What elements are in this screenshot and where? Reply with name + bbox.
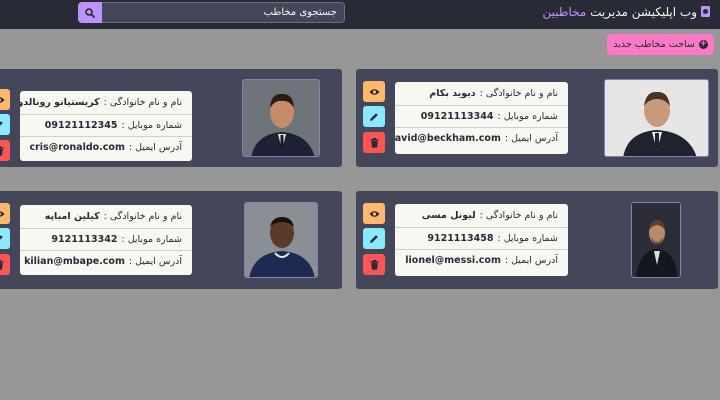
- contact-email-row: آدرس ایمیل : cris@ronaldo.com: [20, 136, 192, 159]
- edit-contact-button[interactable]: [0, 228, 10, 249]
- trash-icon: [370, 259, 378, 270]
- contact-name: لیونل مسی: [421, 209, 476, 221]
- pen-icon: [0, 120, 3, 126]
- app-title-accent: مخاطبین: [542, 5, 587, 19]
- app-title: وب اپلیکیشن مدیریت مخاطبین: [543, 5, 710, 19]
- email-label: آدرس ایمیل :: [128, 256, 182, 268]
- contact-card: نام و نام خانوادگی : دیوید بکام شماره موب…: [356, 69, 718, 167]
- contact-info: نام و نام خانوادگی : لیونل مسی شماره موبا…: [395, 204, 568, 276]
- contact-phone-row: شماره موبایل :09121112345: [20, 113, 192, 137]
- contact-photo: [244, 202, 318, 278]
- trash-icon: [0, 259, 3, 270]
- trash-icon: [370, 137, 378, 148]
- contact-name-row: نام و نام خانوادگی : کریستیانو رونالدو: [20, 91, 192, 114]
- contact-name: دیوید بکام: [429, 87, 476, 99]
- contact-email: cris@ronaldo.com: [29, 142, 125, 154]
- edit-contact-button[interactable]: [363, 106, 385, 127]
- contact-photo: [631, 202, 681, 278]
- address-book-icon: [701, 6, 710, 17]
- contact-name: کریستیانو رونالدو: [20, 96, 100, 108]
- name-label: نام و نام خانوادگی :: [479, 209, 558, 221]
- contact-info: نام و نام خانوادگی : کیلین امباپه شماره م…: [20, 205, 192, 275]
- contact-phone: 9121113342: [51, 233, 118, 245]
- search-input[interactable]: [102, 2, 345, 23]
- contact-name-row: نام و نام خانوادگی : کیلین امباپه: [20, 205, 192, 228]
- add-contact-label: ساخت مخاطب جدید: [613, 39, 695, 50]
- contact-phone: 09121112345: [44, 119, 118, 131]
- contact-email: david@beckham.com: [395, 133, 501, 145]
- delete-contact-button[interactable]: [0, 140, 10, 161]
- contact-name-row: نام و نام خانوادگی : لیونل مسی: [395, 204, 568, 227]
- email-label: آدرس ایمیل :: [128, 142, 182, 154]
- edit-contact-button[interactable]: [0, 114, 10, 135]
- contact-card: نام و نام خانوادگی : کریستیانو رونالدو شم…: [0, 69, 342, 167]
- view-contact-button[interactable]: [363, 81, 385, 102]
- delete-contact-button[interactable]: [363, 132, 385, 153]
- contact-photo: [242, 79, 320, 157]
- eye-icon: [369, 210, 379, 217]
- eye-icon: [369, 88, 379, 95]
- add-contact-button[interactable]: + ساخت مخاطب جدید: [607, 34, 714, 55]
- name-label: نام و نام خانوادگی :: [103, 96, 182, 108]
- trash-icon: [0, 145, 3, 156]
- phone-label: شماره موبایل :: [497, 232, 558, 244]
- search-form: [78, 2, 345, 23]
- contact-phone: 09121113344: [420, 110, 494, 122]
- phone-label: شماره موبایل :: [121, 119, 182, 131]
- pen-icon: [370, 112, 378, 121]
- name-label: نام و نام خانوادگی :: [103, 210, 182, 222]
- phone-label: شماره موبایل :: [121, 233, 182, 245]
- contact-phone-row: شماره موبایل :9121113458: [395, 226, 568, 250]
- eye-icon: [0, 210, 4, 217]
- contact-name-row: نام و نام خانوادگی : دیوید بکام: [395, 82, 568, 105]
- contact-info: نام و نام خانوادگی : دیوید بکام شماره موب…: [395, 82, 568, 154]
- contact-email: lionel@messi.com: [405, 255, 501, 267]
- view-contact-button[interactable]: [363, 203, 385, 224]
- eye-icon: [0, 96, 4, 103]
- delete-contact-button[interactable]: [363, 254, 385, 275]
- contact-email-row: آدرس ایمیل : david@beckham.com: [395, 127, 568, 150]
- email-label: آدرس ایمیل :: [504, 133, 558, 145]
- edit-contact-button[interactable]: [363, 228, 385, 249]
- search-icon: [85, 7, 95, 18]
- contact-photo: [604, 79, 709, 157]
- contact-phone-row: شماره موبایل :09121113344: [395, 104, 568, 128]
- contact-card: نام و نام خانوادگی : کیلین امباپه شماره م…: [0, 191, 342, 289]
- contact-email-row: آدرس ایمیل : kilian@mbape.com: [20, 250, 192, 273]
- phone-label: شماره موبایل :: [497, 110, 558, 122]
- view-contact-button[interactable]: [0, 89, 10, 110]
- email-label: آدرس ایمیل :: [504, 255, 558, 267]
- pen-icon: [0, 234, 3, 240]
- plus-circle-icon: +: [698, 39, 708, 49]
- contact-email: kilian@mbape.com: [24, 256, 125, 268]
- contact-phone-row: شماره موبایل :9121113342: [20, 227, 192, 251]
- app-title-prefix: وب اپلیکیشن مدیریت: [590, 5, 697, 19]
- view-contact-button[interactable]: [0, 203, 10, 224]
- pen-icon: [370, 234, 378, 243]
- delete-contact-button[interactable]: [0, 254, 10, 275]
- contact-phone: 9121113458: [427, 232, 494, 244]
- search-button[interactable]: [78, 2, 102, 23]
- contact-info: نام و نام خانوادگی : کریستیانو رونالدو شم…: [20, 91, 192, 161]
- contact-card: نام و نام خانوادگی : لیونل مسی شماره موبا…: [356, 191, 718, 289]
- contact-email-row: آدرس ایمیل : lionel@messi.com: [395, 249, 568, 272]
- navbar: وب اپلیکیشن مدیریت مخاطبین: [0, 0, 720, 29]
- contact-name: کیلین امباپه: [44, 210, 100, 222]
- name-label: نام و نام خانوادگی :: [479, 87, 558, 99]
